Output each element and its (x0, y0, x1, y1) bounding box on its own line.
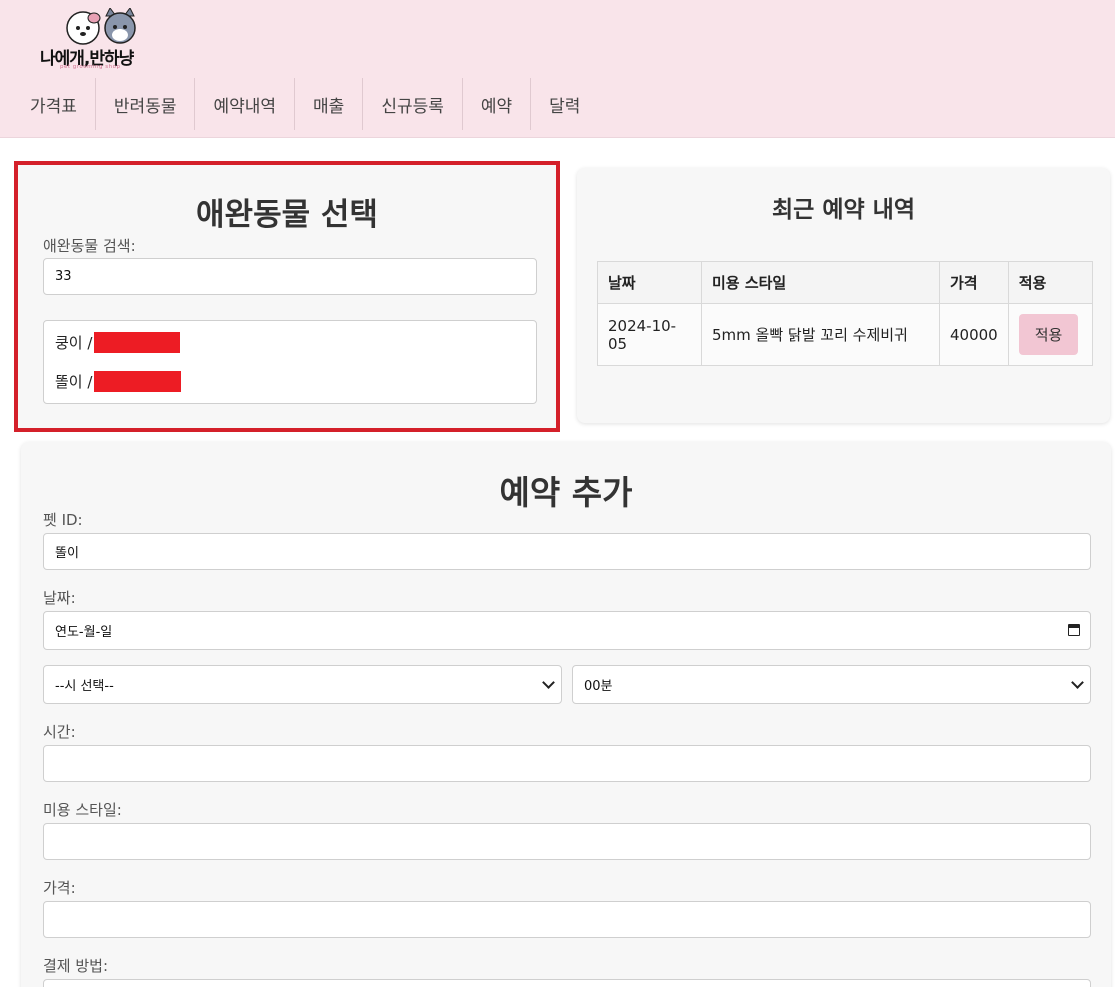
pet-result-name: 똘이 / (55, 373, 93, 391)
time-input[interactable] (43, 745, 1091, 782)
add-reservation-title: 예약 추가 (499, 473, 633, 512)
pet-result-item[interactable]: 똘이 / (55, 371, 182, 392)
table-row: 2024-10-05 5mm 올빡 닭발 꼬리 수제비귀 40000 적용 (597, 303, 1093, 366)
price-label: 가격: (43, 879, 76, 897)
cell-style: 5mm 올빡 닭발 꼬리 수제비귀 (701, 303, 940, 366)
pet-select-title: 애완동물 선택 (196, 197, 378, 233)
nav-item-calendar[interactable]: 달력 (531, 78, 598, 130)
pet-result-list: 쿵이 / 똘이 / (43, 320, 537, 404)
chevron-down-icon (1071, 676, 1084, 689)
recent-reservations-title: 최근 예약 내역 (772, 197, 915, 223)
hour-select[interactable]: --시 선택-- (43, 665, 562, 704)
column-header-apply: 적용 (1007, 261, 1093, 304)
pet-id-input[interactable]: 똘이 (43, 533, 1091, 570)
header: 나에개,반하냥 pet grooming shop 가격표 반려동물 예약내역 … (0, 0, 1115, 138)
recent-reservations-panel: 최근 예약 내역 날짜 미용 스타일 가격 적용 2024-10-05 5mm … (577, 168, 1110, 423)
pet-search-label: 애완동물 검색: (43, 237, 136, 255)
minute-select-value: 00분 (584, 679, 613, 694)
nav-item-price-list[interactable]: 가격표 (12, 78, 95, 130)
column-header-date: 날짜 (597, 261, 702, 304)
nav-item-new-registration[interactable]: 신규등록 (363, 78, 462, 130)
price-input[interactable] (43, 901, 1091, 938)
pet-search-input[interactable]: 33 (43, 258, 537, 295)
date-input-value: 연도-월-일 (55, 625, 113, 640)
recent-reservations-table: 날짜 미용 스타일 가격 적용 2024-10-05 5mm 올빡 닭발 꼬리 … (597, 261, 1093, 366)
payment-label: 결제 방법: (43, 957, 109, 975)
add-reservation-panel: 예약 추가 펫 ID: 똘이 날짜: 연도-월-일 --시 선택-- 00분 시… (21, 442, 1111, 987)
date-label: 날짜: (43, 589, 76, 607)
pet-logo-icon (66, 8, 136, 45)
nav-item-sales[interactable]: 매출 (295, 78, 362, 130)
table-header-row: 날짜 미용 스타일 가격 적용 (597, 261, 1093, 304)
pet-result-item[interactable]: 쿵이 / (55, 332, 181, 353)
nav-item-reservation[interactable]: 예약 (463, 78, 530, 130)
logo-subtitle: pet grooming shop (60, 64, 121, 70)
nav-item-pets[interactable]: 반려동물 (96, 78, 195, 130)
hour-select-value: --시 선택-- (55, 679, 114, 694)
date-input[interactable]: 연도-월-일 (43, 611, 1091, 650)
redacted-owner (94, 332, 181, 353)
cell-price: 40000 (939, 303, 1009, 366)
pet-result-name: 쿵이 / (55, 334, 93, 352)
column-header-price: 가격 (939, 261, 1009, 304)
logo[interactable]: 나에개,반하냥 pet grooming shop (40, 8, 160, 70)
pet-id-label: 펫 ID: (43, 511, 83, 529)
nav-item-reservation-history[interactable]: 예약내역 (195, 78, 294, 130)
pet-select-panel: 애완동물 선택 애완동물 검색: 33 쿵이 / 똘이 / (14, 161, 560, 432)
column-header-style: 미용 스타일 (701, 261, 940, 304)
calendar-icon[interactable] (1068, 624, 1080, 636)
style-label: 미용 스타일: (43, 801, 122, 819)
time-label: 시간: (43, 723, 76, 741)
chevron-down-icon (542, 676, 555, 689)
main-nav: 가격표 반려동물 예약내역 매출 신규등록 예약 달력 (12, 78, 598, 130)
cell-apply: 적용 (1007, 303, 1093, 366)
apply-button[interactable]: 적용 (1018, 314, 1079, 355)
minute-select[interactable]: 00분 (572, 665, 1091, 704)
style-input[interactable] (43, 823, 1091, 860)
redacted-owner (94, 371, 182, 392)
cell-date: 2024-10-05 (597, 303, 702, 366)
payment-input[interactable] (43, 979, 1091, 987)
